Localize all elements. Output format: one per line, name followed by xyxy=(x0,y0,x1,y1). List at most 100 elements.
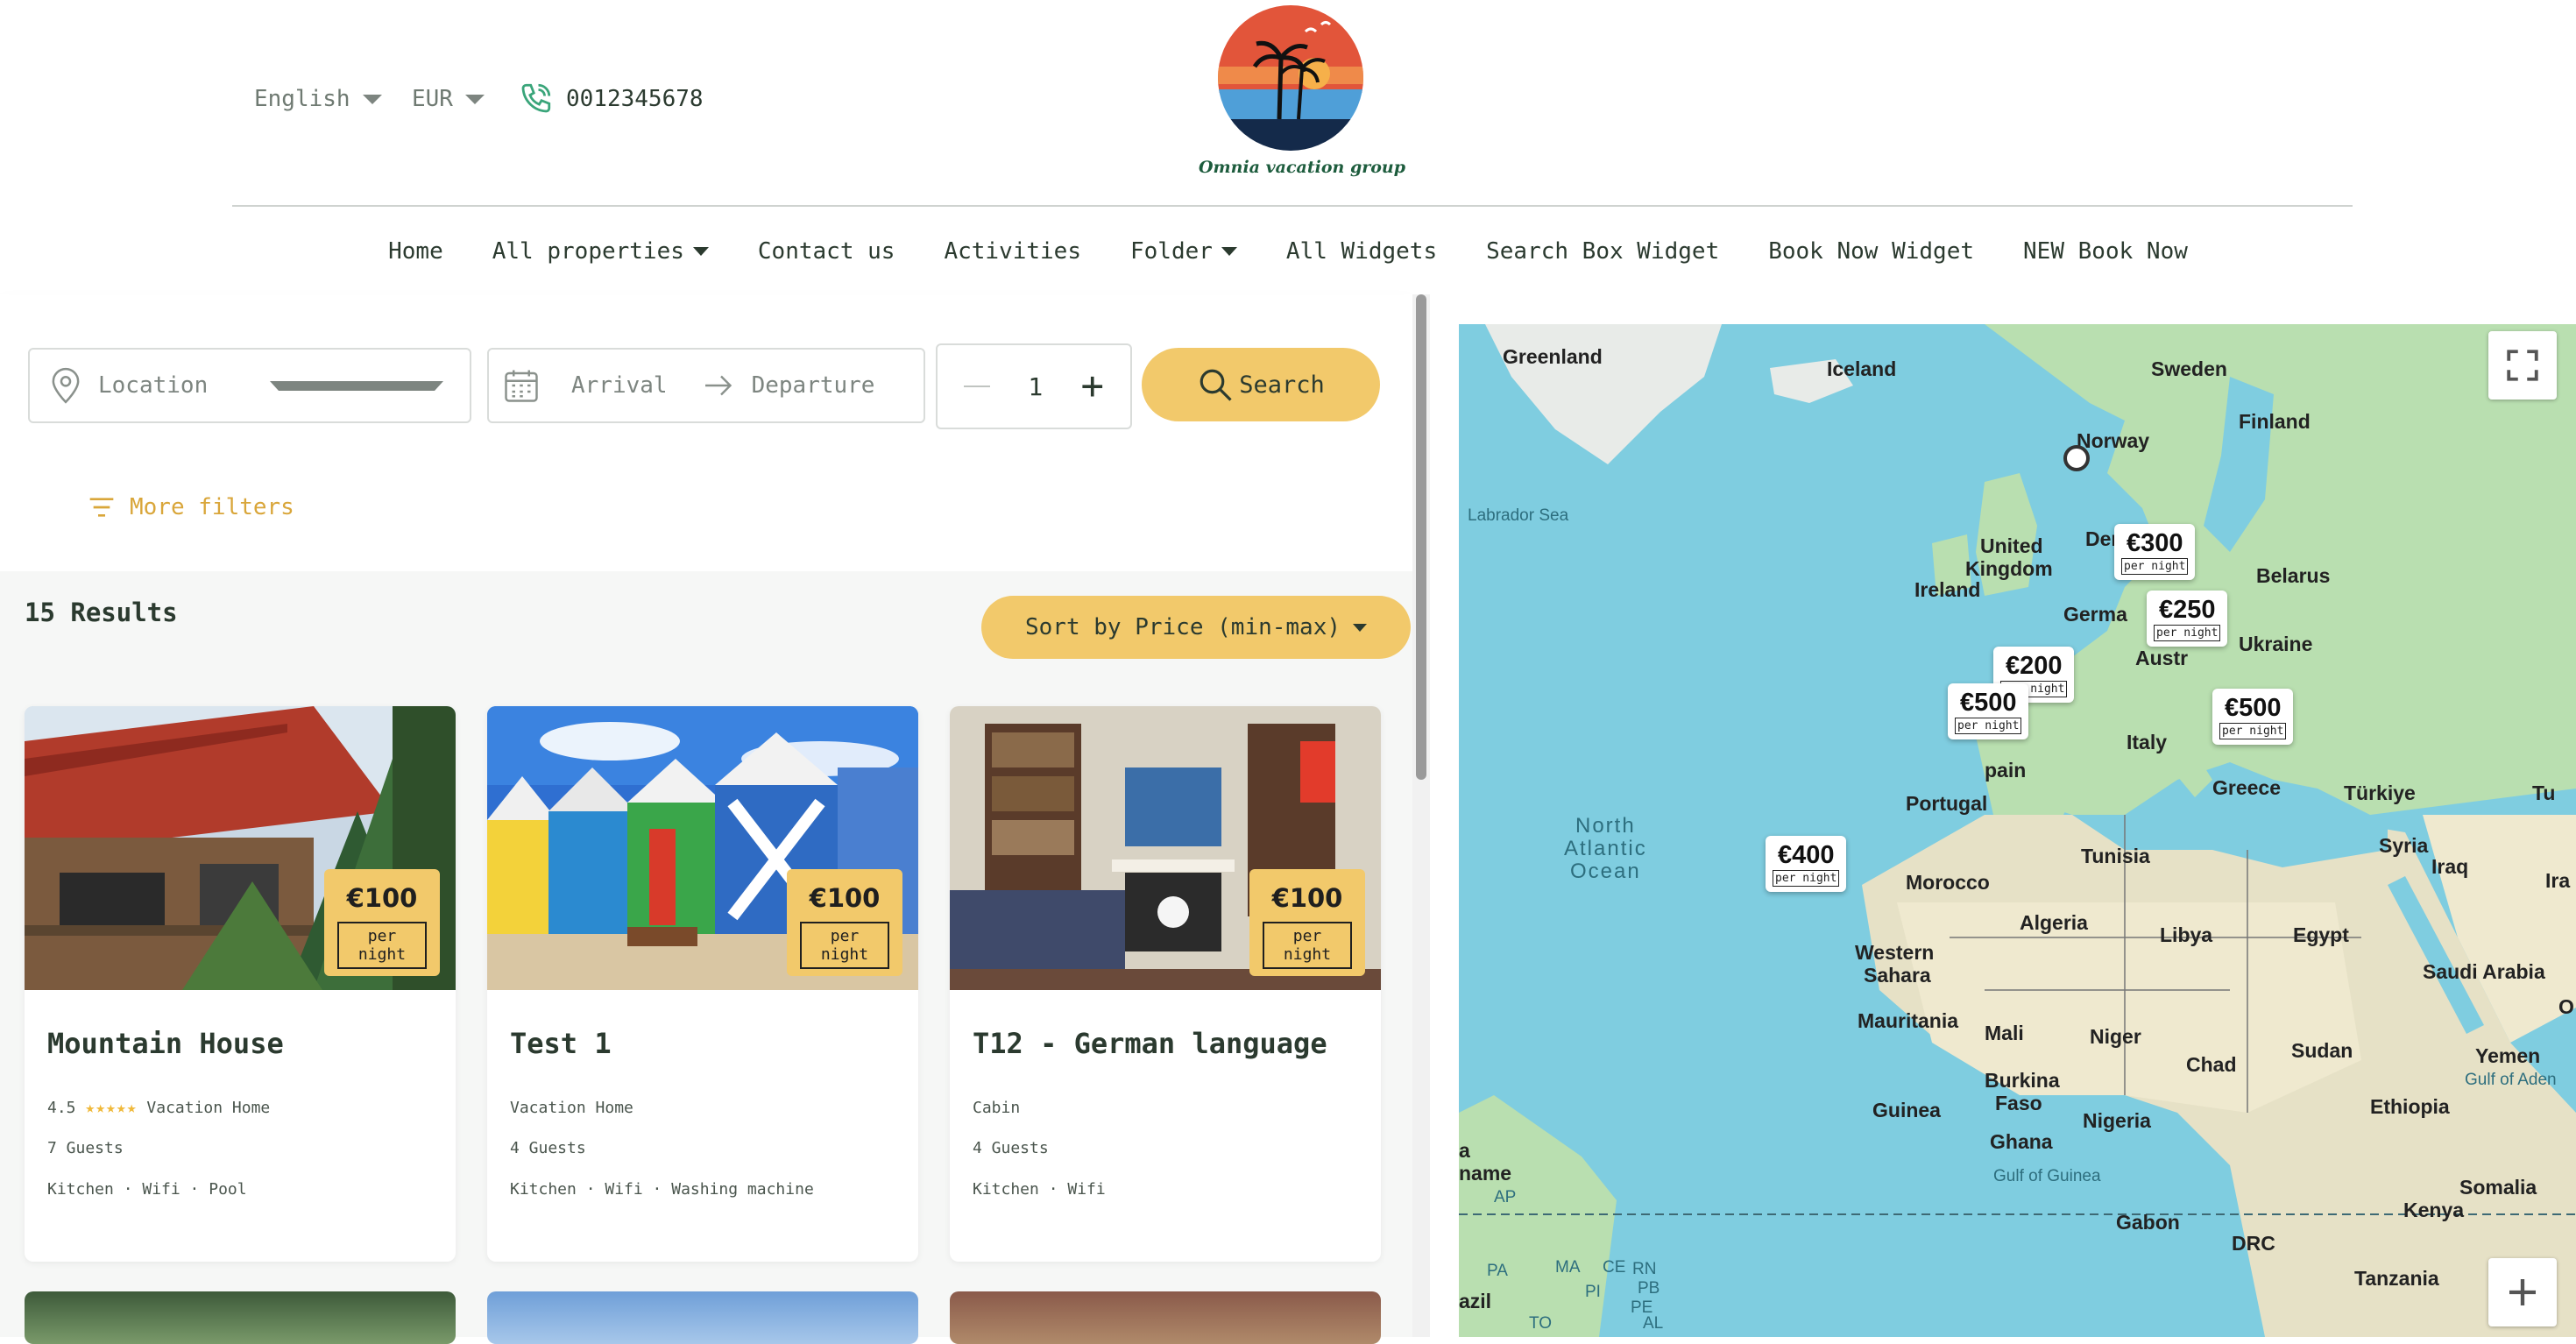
fullscreen-button[interactable] xyxy=(2488,331,2557,400)
property-amenities: Kitchen · Wifi xyxy=(973,1180,1106,1199)
map-label-mauritania: Mauritania xyxy=(1858,1009,1959,1032)
sort-label: Sort by Price (min-max) xyxy=(1024,614,1341,640)
map-price-marker[interactable]: €500 per night xyxy=(1948,683,2029,739)
map-price-marker[interactable]: €500 per night xyxy=(2212,689,2294,745)
calendar-icon xyxy=(505,370,538,402)
price-amount: €100 xyxy=(809,883,881,913)
map-label-morocco: Morocco xyxy=(1906,871,1990,894)
map-view[interactable]: Greenland Iceland Sweden Finland Norway … xyxy=(1459,324,2576,1337)
map-label-kenya: Kenya xyxy=(2403,1199,2465,1221)
nav-all-properties[interactable]: All properties xyxy=(468,238,733,265)
map-label-austria: Austr xyxy=(2135,647,2189,669)
property-title[interactable]: Mountain House xyxy=(47,1027,284,1060)
nav-label: NEW Book Now xyxy=(2023,238,2188,265)
marker-price: €500 xyxy=(1959,689,2017,717)
property-image: €100 per night xyxy=(950,706,1381,990)
chevron-down-icon xyxy=(362,94,382,104)
search-icon xyxy=(1200,369,1232,401)
map-label-to: TO xyxy=(1529,1314,1553,1333)
map-label-niger: Niger xyxy=(2090,1025,2141,1048)
nav-all-widgets[interactable]: All Widgets xyxy=(1262,238,1461,265)
header-divider xyxy=(232,205,2353,207)
phone-icon xyxy=(521,83,551,113)
nav-new-book-now[interactable]: NEW Book Now xyxy=(1999,238,2212,265)
property-type: Vacation Home xyxy=(510,1099,633,1117)
more-filters-button[interactable]: More filters xyxy=(88,494,294,520)
map-label-gulf-of-aden: Gulf of Aden xyxy=(2465,1071,2557,1089)
marker-price: €200 xyxy=(2005,652,2063,680)
map-label-egypt: Egypt xyxy=(2293,923,2349,946)
map-label-name: name xyxy=(1459,1162,1512,1185)
property-amenities: Kitchen · Wifi · Pool xyxy=(47,1180,247,1199)
nav-folder[interactable]: Folder xyxy=(1106,238,1262,265)
map-location-dot[interactable] xyxy=(2063,445,2090,471)
map-label-pi: PI xyxy=(1585,1283,1601,1301)
property-card-partial[interactable] xyxy=(25,1291,456,1344)
map-price-marker[interactable]: €400 per night xyxy=(1766,836,1847,892)
sort-dropdown[interactable]: Sort by Price (min-max) xyxy=(981,596,1411,659)
map-label-ce: CE xyxy=(1603,1258,1626,1277)
nav-label: Folder xyxy=(1130,238,1213,265)
departure-placeholder: Departure xyxy=(751,372,875,399)
property-title[interactable]: T12 - German language xyxy=(973,1027,1327,1060)
chevron-down-icon xyxy=(1353,623,1368,632)
map-price-marker[interactable]: €250 per night xyxy=(2147,591,2228,647)
property-image: €100 per night xyxy=(487,706,918,990)
arrival-placeholder: Arrival xyxy=(571,372,668,399)
phone-link[interactable]: 0012345678 xyxy=(517,81,704,117)
increment-button[interactable]: + xyxy=(1080,367,1104,406)
nav-label: Activities xyxy=(944,238,1081,265)
nav-activities[interactable]: Activities xyxy=(919,238,1106,265)
nav-contact-us[interactable]: Contact us xyxy=(733,238,920,265)
marker-price: €250 xyxy=(2158,596,2216,624)
map-label-ireland: Ireland xyxy=(1914,578,1981,601)
marker-unit: per night xyxy=(2121,558,2189,575)
phone-number: 0012345678 xyxy=(566,86,704,112)
search-button[interactable]: Search xyxy=(1142,348,1380,421)
language-selector[interactable]: English xyxy=(254,86,412,112)
date-range-picker[interactable]: Arrival Departure xyxy=(487,348,925,423)
currency-selector[interactable]: EUR xyxy=(412,86,517,112)
property-card-partial[interactable] xyxy=(950,1291,1381,1344)
ocean-line-1: North xyxy=(1575,814,1636,838)
price-unit: per night xyxy=(800,922,889,969)
map-label-western: Western xyxy=(1855,941,1935,964)
map-label-tu: Tu xyxy=(2532,782,2556,804)
nav-label: Home xyxy=(388,238,443,265)
zoom-in-button[interactable] xyxy=(2488,1258,2557,1326)
property-card[interactable]: €100 per night Test 1 Vacation Home 4 Gu… xyxy=(487,706,918,1262)
nav-book-now-widget[interactable]: Book Now Widget xyxy=(1744,238,1999,265)
guests-value[interactable]: 1 xyxy=(1028,372,1043,401)
map-label-pb: PB xyxy=(1638,1279,1660,1298)
decrement-button[interactable] xyxy=(964,386,990,387)
search-button-label: Search xyxy=(1239,371,1325,399)
property-title[interactable]: Test 1 xyxy=(510,1027,612,1060)
marker-price: €400 xyxy=(1777,841,1835,869)
map-label-chad: Chad xyxy=(2186,1053,2237,1076)
property-card-partial[interactable] xyxy=(487,1291,918,1344)
results-scrollbar[interactable] xyxy=(1412,294,1430,1337)
caret-down-icon xyxy=(692,247,709,256)
map-label-ethiopia: Ethiopia xyxy=(2370,1095,2450,1118)
nav-label: Search Box Widget xyxy=(1486,238,1720,265)
nav-label: Book Now Widget xyxy=(1768,238,1975,265)
caret-down-icon xyxy=(1221,247,1237,256)
map-label-guinea: Guinea xyxy=(1872,1099,1941,1121)
property-image: €100 per night xyxy=(25,706,456,990)
property-card[interactable]: €100 per night T12 - German language Cab… xyxy=(950,706,1381,1262)
location-pin-icon xyxy=(52,367,80,404)
marker-price: €500 xyxy=(2224,694,2282,722)
map-label-saudi-arabia: Saudi Arabia xyxy=(2423,960,2545,983)
nav-search-box-widget[interactable]: Search Box Widget xyxy=(1461,238,1744,265)
price-unit: per night xyxy=(1263,922,1352,969)
logo-emblem xyxy=(1218,5,1363,151)
map-label-nigeria: Nigeria xyxy=(2083,1109,2151,1132)
property-card[interactable]: €100 per night Mountain House 4.5 ★★★★★ … xyxy=(25,706,456,1262)
main-nav: Home All properties Contact us Activitie… xyxy=(0,238,2576,265)
map-label-greenland: Greenland xyxy=(1503,345,1603,368)
logo[interactable]: Omnia vacation group xyxy=(1199,5,1405,177)
nav-home[interactable]: Home xyxy=(364,238,468,265)
location-select[interactable]: Location xyxy=(28,348,471,423)
scrollbar-thumb[interactable] xyxy=(1416,294,1426,780)
map-price-marker[interactable]: €300 per night xyxy=(2114,524,2196,580)
